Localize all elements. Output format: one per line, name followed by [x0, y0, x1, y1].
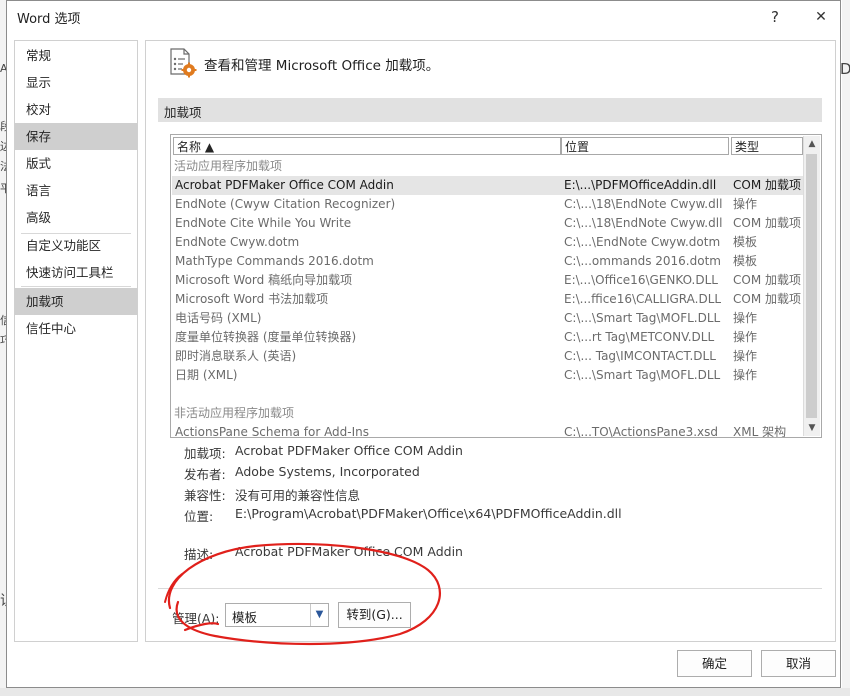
addins-section-label: 加载项 [164, 105, 202, 120]
manage-label: 管理(A): [172, 611, 220, 626]
addin-type: COM 加载项 [733, 292, 801, 306]
table-row[interactable]: Microsoft Word 书法加载项 E:\...ffice16\CALLI… [172, 290, 804, 309]
addin-name: Microsoft Word 书法加载项 [175, 292, 329, 306]
group-header-inactive: 非活动应用程序加载项 [174, 406, 295, 420]
addins-list-scrollbar[interactable]: ▲ ▼ [803, 136, 820, 436]
table-row[interactable]: Microsoft Word 稿纸向导加载项 E:\...\Office16\G… [172, 271, 804, 290]
table-row[interactable]: 即时消息联系人 (英语) C:\... Tag\IMCONTACT.DLL 操作 [172, 347, 804, 366]
detail-label-publisher: 发布者: [184, 467, 226, 482]
cancel-button[interactable]: 取消 [761, 650, 836, 677]
addin-location: E:\...\PDFMOfficeAddin.dll [564, 178, 717, 192]
addins-list[interactable]: 名称 ▲ 位置 类型 活动应用程序加载项 Acrobat PDFMaker Of… [170, 134, 822, 438]
help-button[interactable]: ? [763, 5, 787, 29]
table-row[interactable]: MathType Commands 2016.dotm C:\...ommand… [172, 252, 804, 271]
sidebar-item-proofing[interactable]: 校对 [15, 96, 137, 123]
detail-value-publisher: Adobe Systems, Incorporated [235, 464, 420, 479]
addin-type: 操作 [733, 311, 758, 325]
column-header-type[interactable]: 类型 [731, 137, 803, 155]
sidebar-item-customize-ribbon[interactable]: 自定义功能区 [15, 232, 137, 259]
detail-value-addin: Acrobat PDFMaker Office COM Addin [235, 443, 463, 458]
background-glyph: D [840, 60, 850, 78]
addin-type: 操作 [733, 330, 758, 344]
detail-value-compatibility: 没有可用的兼容性信息 [235, 488, 361, 503]
addin-location: C:\...\EndNote Cwyw.dotm [564, 235, 721, 249]
table-row[interactable]: 日期 (XML) C:\...\Smart Tag\MOFL.DLL 操作 [172, 366, 804, 385]
options-sidebar: 常规 显示 校对 保存 版式 语言 高级 自定义功能区 快速访问工具栏 加载项 … [14, 40, 138, 642]
scrollbar-thumb[interactable] [806, 154, 817, 418]
addins-header-text: 查看和管理 Microsoft Office 加载项。 [204, 58, 440, 74]
addin-name: Acrobat PDFMaker Office COM Addin [175, 178, 394, 192]
sidebar-item-trust-center[interactable]: 信任中心 [15, 315, 137, 342]
close-button[interactable]: ✕ [809, 5, 833, 29]
addin-location: C:\... Tag\IMCONTACT.DLL [564, 349, 716, 363]
addin-location: C:\...rt Tag\METCONV.DLL [564, 330, 715, 344]
sidebar-item-typography[interactable]: 版式 [15, 150, 137, 177]
addin-type: 操作 [733, 349, 758, 363]
sidebar-item-language[interactable]: 语言 [15, 177, 137, 204]
detail-label-compatibility: 兼容性: [184, 488, 226, 503]
column-header-name[interactable]: 名称 ▲ [173, 137, 561, 155]
addin-location: C:\...TO\ActionsPane3.xsd [564, 425, 719, 438]
detail-label-location: 位置: [184, 509, 214, 524]
sidebar-divider [21, 286, 131, 287]
addin-name: EndNote (Cwyw Citation Recognizer) [175, 197, 396, 211]
detail-value-description: Acrobat PDFMaker Office COM Addin [235, 544, 463, 559]
sidebar-item-general[interactable]: 常规 [15, 42, 137, 69]
panel-divider [158, 588, 822, 589]
detail-value-location: E:\Program\Acrobat\PDFMaker\Office\x64\P… [235, 506, 622, 521]
addins-settings-icon [170, 48, 197, 78]
addin-name: 即时消息联系人 (英语) [175, 349, 297, 363]
addin-type: 操作 [733, 368, 758, 382]
addin-location: C:\...\18\EndNote Cwyw.dll [564, 216, 723, 230]
addin-location: E:\...ffice16\CALLIGRA.DLL [564, 292, 722, 306]
addin-type: COM 加载项 [733, 273, 801, 287]
addin-location: C:\...\18\EndNote Cwyw.dll [564, 197, 723, 211]
addin-type: 模板 [733, 254, 758, 268]
addin-type: 操作 [733, 197, 758, 211]
manage-dropdown[interactable]: 模板 ▼ [225, 603, 329, 627]
addin-name: 电话号码 (XML) [175, 311, 262, 325]
sidebar-item-quick-access-toolbar[interactable]: 快速访问工具栏 [15, 259, 137, 286]
detail-label-addin: 加载项: [184, 446, 226, 461]
sidebar-item-save[interactable]: 保存 [15, 123, 137, 150]
addin-location: C:\...\Smart Tag\MOFL.DLL [564, 368, 721, 382]
sidebar-item-addins[interactable]: 加载项 [15, 288, 137, 315]
dialog-title: Word 选项 [17, 12, 81, 27]
table-row[interactable]: EndNote Cite While You Write C:\...\18\E… [172, 214, 804, 233]
detail-label-description: 描述: [184, 547, 214, 562]
addin-type: COM 加载项 [733, 216, 801, 230]
table-row[interactable]: EndNote (Cwyw Citation Recognizer) C:\..… [172, 195, 804, 214]
manage-dropdown-value: 模板 [232, 610, 258, 625]
addin-name: EndNote Cwyw.dotm [175, 235, 300, 249]
table-row[interactable]: EndNote Cwyw.dotm C:\...\EndNote Cwyw.do… [172, 233, 804, 252]
scroll-down-icon[interactable]: ▼ [804, 420, 820, 436]
addin-location: E:\...\Office16\GENKO.DLL [564, 273, 718, 287]
addin-name: EndNote Cite While You Write [175, 216, 352, 230]
go-button[interactable]: 转到(G)... [338, 602, 411, 628]
addin-type: 模板 [733, 235, 758, 249]
addins-section-bar [158, 98, 822, 122]
addin-type: XML 架构 [733, 425, 787, 438]
chevron-down-icon[interactable]: ▼ [310, 604, 328, 626]
addin-name: Microsoft Word 稿纸向导加载项 [175, 273, 353, 287]
addin-location: C:\...ommands 2016.dotm [564, 254, 721, 268]
addin-type: COM 加载项 [733, 178, 801, 192]
addin-name: 日期 (XML) [175, 368, 238, 382]
column-header-location[interactable]: 位置 [561, 137, 729, 155]
addin-location: C:\...\Smart Tag\MOFL.DLL [564, 311, 721, 325]
table-row[interactable]: 电话号码 (XML) C:\...\Smart Tag\MOFL.DLL 操作 [172, 309, 804, 328]
sidebar-item-advanced[interactable]: 高级 [15, 204, 137, 231]
ok-button[interactable]: 确定 [677, 650, 752, 677]
addin-name: MathType Commands 2016.dotm [175, 254, 374, 268]
background-app-bottom-edge [0, 688, 850, 696]
group-header-active: 活动应用程序加载项 [174, 159, 283, 173]
addin-name: ActionsPane Schema for Add-Ins [175, 425, 370, 438]
addin-name: 度量单位转换器 (度量单位转换器) [175, 330, 357, 344]
scroll-up-icon[interactable]: ▲ [804, 136, 820, 152]
table-row[interactable]: ActionsPane Schema for Add-Ins C:\...TO\… [172, 423, 804, 438]
background-app-right-edge [842, 0, 850, 696]
table-row[interactable]: Acrobat PDFMaker Office COM Addin E:\...… [172, 176, 804, 195]
sidebar-item-display[interactable]: 显示 [15, 69, 137, 96]
table-row[interactable]: 度量单位转换器 (度量单位转换器) C:\...rt Tag\METCONV.D… [172, 328, 804, 347]
